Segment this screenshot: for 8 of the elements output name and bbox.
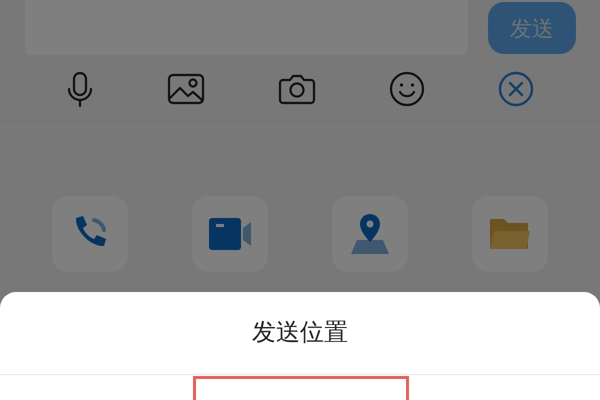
send-button[interactable]: 发送	[488, 2, 576, 54]
microphone-icon[interactable]	[66, 70, 94, 106]
map-pin-icon[interactable]	[349, 212, 391, 256]
close-icon[interactable]	[498, 70, 534, 106]
image-icon[interactable]	[167, 72, 206, 104]
camera-icon[interactable]	[278, 72, 316, 104]
smiley-icon[interactable]	[388, 70, 425, 106]
sheet-title: 发送位置	[251, 318, 349, 348]
